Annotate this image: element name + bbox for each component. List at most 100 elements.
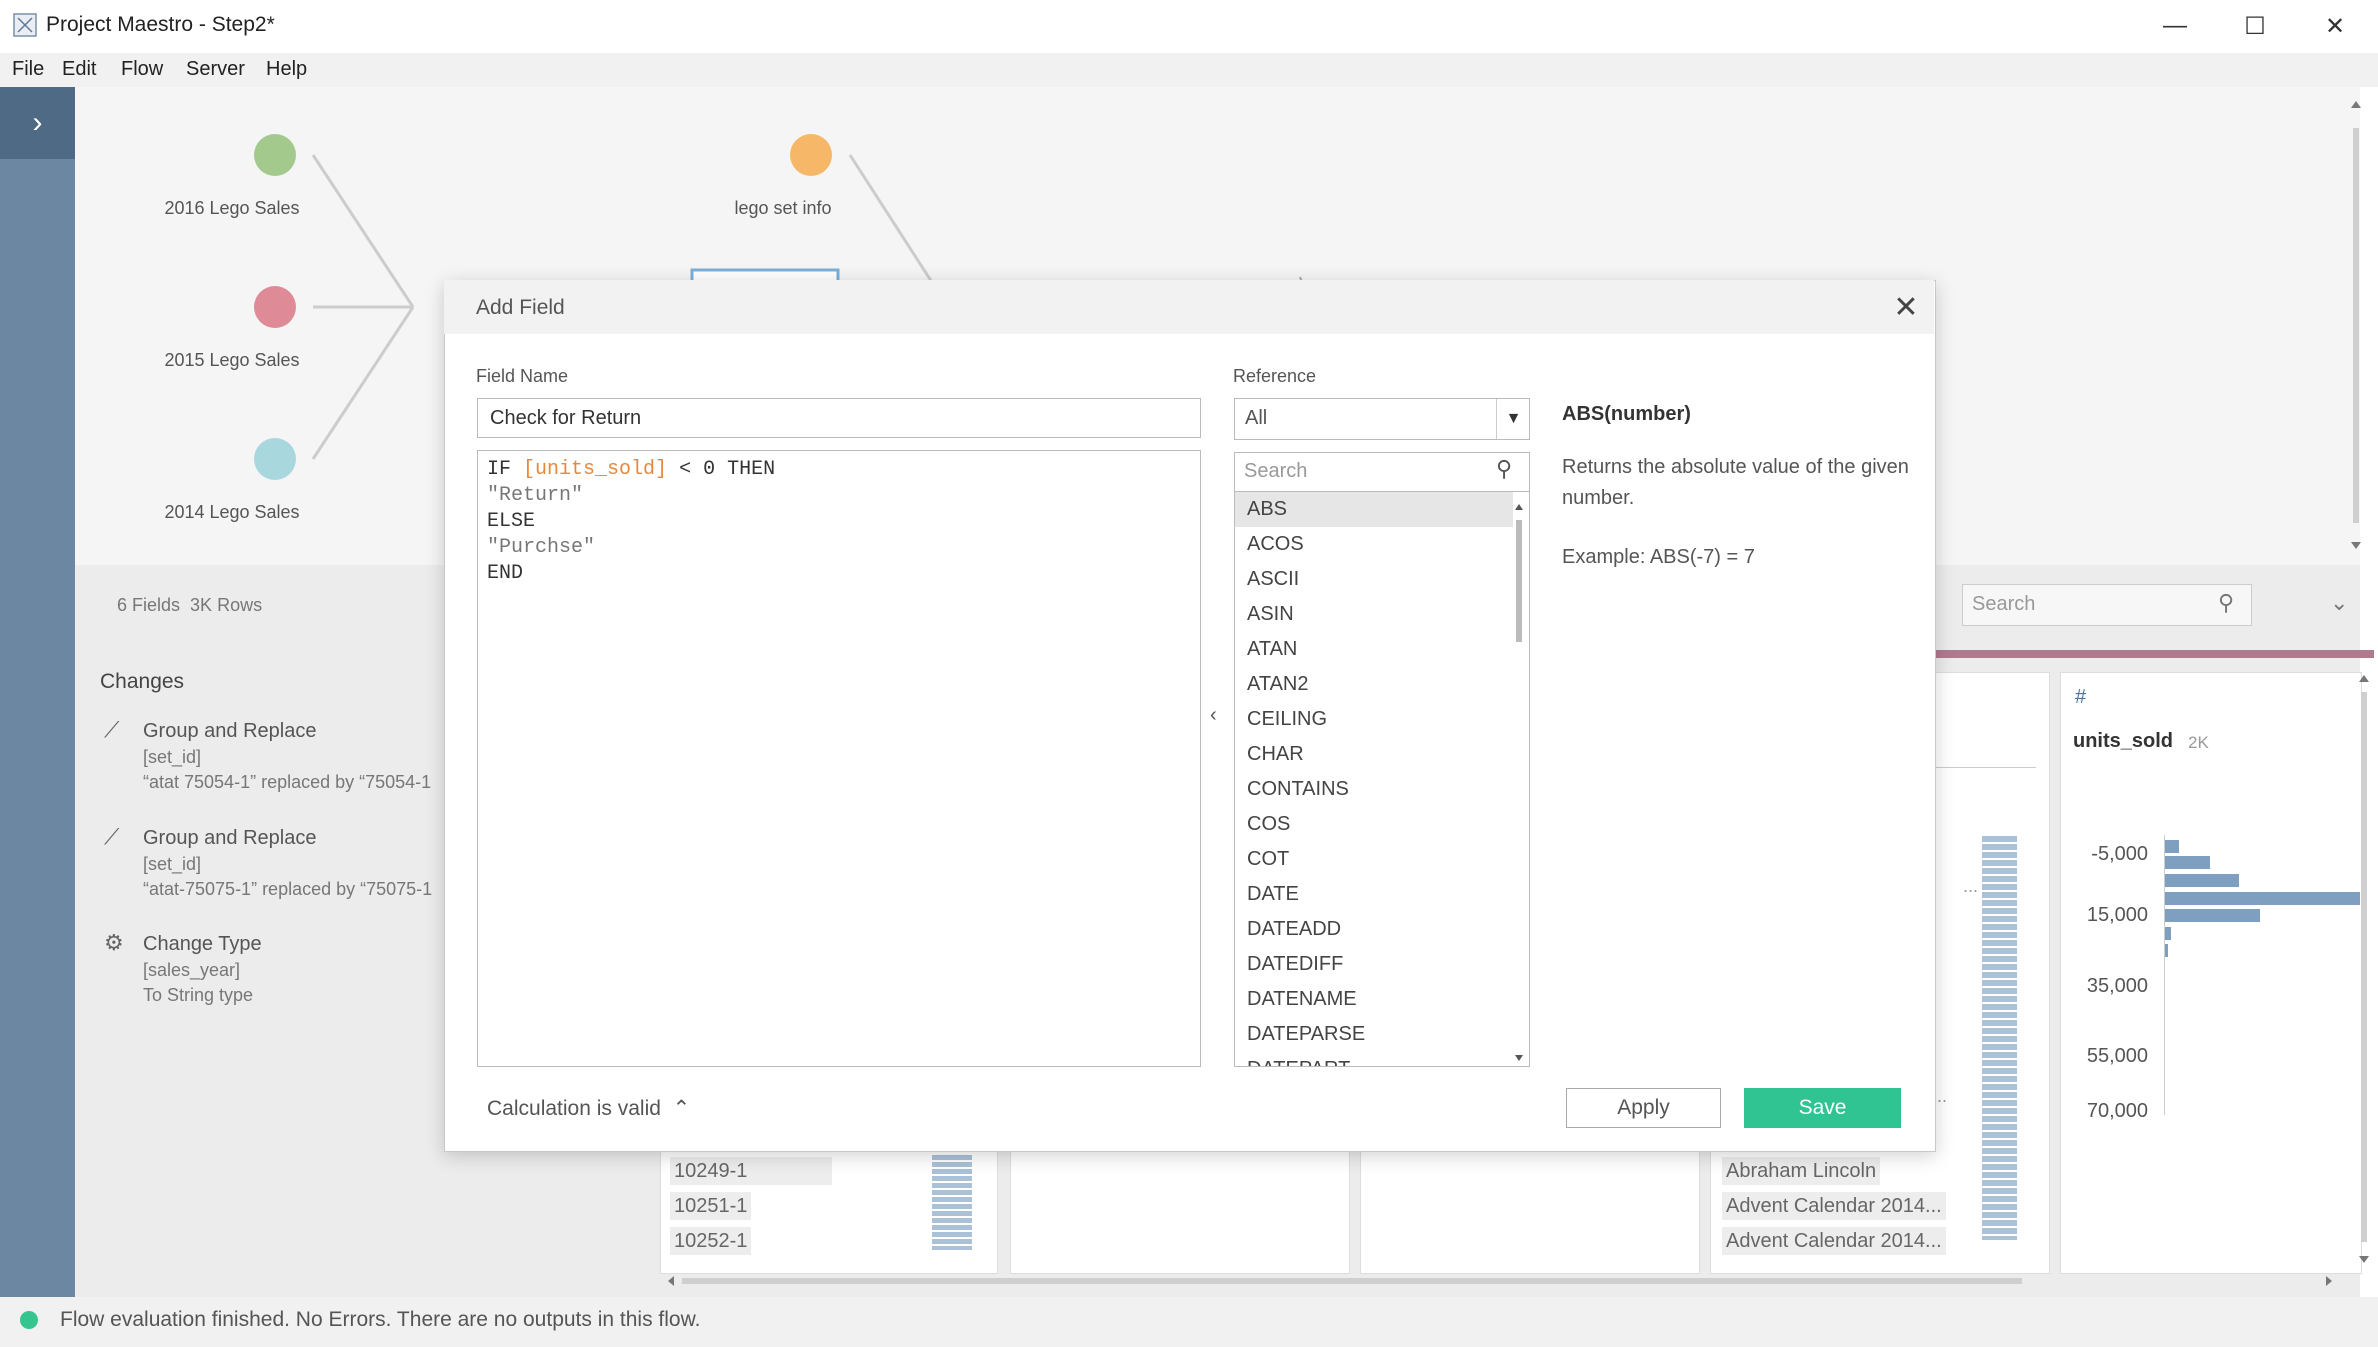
y-tick-label: 55,000 [2086, 1045, 2148, 1067]
change-type-icon: ⚙ [104, 930, 124, 955]
change-field: [set_id] [143, 854, 202, 874]
field-name-label: Field Name [476, 366, 569, 386]
number-type-icon[interactable]: # [2075, 686, 2086, 709]
maximize-button[interactable]: ☐ [2220, 6, 2290, 46]
truncation-ellipsis: ... [1963, 876, 1979, 896]
function-item[interactable]: ASCII [1235, 562, 1513, 597]
input-label-2015: 2015 Lego Sales [164, 350, 300, 370]
histogram-bar[interactable] [2165, 892, 2360, 905]
formula-keyword: IF [487, 458, 512, 481]
collapse-reference-button[interactable]: ‹ [1210, 704, 1217, 727]
change-title[interactable]: Group and Replace [143, 827, 316, 850]
changes-title: Changes [100, 670, 185, 693]
field-name-input[interactable] [477, 398, 1201, 438]
function-example: Example: ABS(-7) = 7 [1562, 546, 1755, 568]
change-field: [sales_year] [143, 960, 241, 980]
reference-selected-value: All [1245, 407, 1268, 429]
input-node-2015[interactable] [254, 286, 296, 328]
minimize-button[interactable]: — [2140, 6, 2210, 46]
formula-field-reference: [units_sold] [523, 458, 668, 481]
profile-summary: 6 Fields 3K Rows [117, 595, 262, 616]
histogram-bar[interactable] [2165, 856, 2210, 869]
function-item[interactable]: ACOS [1235, 527, 1513, 562]
function-item[interactable]: DATENAME [1235, 982, 1513, 1017]
chevron-up-icon: ⌃ [672, 1097, 691, 1120]
function-item[interactable]: DATE [1235, 877, 1513, 912]
menu-edit[interactable]: Edit [62, 58, 96, 81]
set-id-value[interactable]: 10251-1 [670, 1192, 752, 1220]
menu-server[interactable]: Server [186, 58, 245, 81]
set-name-value[interactable]: Advent Calendar 2014... [1722, 1227, 1946, 1255]
change-detail: “atat-75075-1” replaced by “75075-1 [143, 879, 433, 899]
function-item[interactable]: CHAR [1235, 737, 1513, 772]
function-item[interactable]: ATAN [1235, 632, 1513, 667]
input-node-2014[interactable] [254, 438, 296, 480]
save-button[interactable]: Save [1744, 1088, 1901, 1128]
apply-button[interactable]: Apply [1566, 1088, 1721, 1128]
formula-text: < 0 THEN [679, 458, 776, 481]
function-item[interactable]: COT [1235, 842, 1513, 877]
window-title: Project Maestro - Step2* [46, 13, 275, 36]
field-name-units-sold[interactable]: units_sold [2073, 730, 2173, 753]
function-list-scrollbar[interactable] [1512, 500, 1526, 1065]
profile-search-placeholder: Search [1972, 593, 2036, 615]
close-window-button[interactable]: ✕ [2300, 6, 2370, 46]
menu-flow[interactable]: Flow [121, 58, 163, 81]
chevron-right-icon: › [32, 106, 43, 139]
reference-select[interactable] [1234, 398, 1530, 440]
expand-panel-button[interactable]: › [0, 87, 75, 159]
formula-keyword: ELSE [487, 510, 536, 533]
histogram-bar[interactable] [2165, 927, 2171, 940]
change-title[interactable]: Change Type [143, 933, 262, 956]
y-tick-label: 35,000 [2086, 975, 2148, 997]
profile-card-units-sold[interactable] [2060, 672, 2362, 1274]
reference-label: Reference [1233, 366, 1317, 386]
profile-vertical-scrollbar[interactable] [2356, 670, 2372, 1270]
function-item[interactable]: DATEADD [1235, 912, 1513, 947]
function-item[interactable]: DATEPARSE [1235, 1017, 1513, 1052]
chevron-down-icon[interactable]: ⌄ [2330, 590, 2348, 616]
calculation-status-text: Calculation is valid [487, 1097, 661, 1120]
menu-file[interactable]: File [12, 58, 44, 81]
histogram-bar[interactable] [2165, 944, 2168, 957]
close-icon[interactable]: ✕ [1886, 290, 1926, 325]
rows-count: 3K Rows [190, 595, 263, 615]
chevron-down-icon[interactable]: ▼ [1496, 399, 1530, 439]
canvas-scrollbar[interactable] [2346, 98, 2366, 553]
function-item[interactable]: ABS [1235, 492, 1513, 527]
input-node-2016[interactable] [254, 134, 296, 176]
formula-keyword: END [487, 562, 524, 585]
input-label-2016: 2016 Lego Sales [164, 198, 300, 218]
divider [1936, 767, 2036, 768]
set-id-value[interactable]: 10249-1 [670, 1157, 832, 1185]
status-ok-icon [20, 1311, 38, 1329]
function-item[interactable]: DATEDIFF [1235, 947, 1513, 982]
group-replace-icon: ⟋ [104, 717, 120, 742]
function-item[interactable]: CEILING [1235, 702, 1513, 737]
function-description: Returns the absolute value of the given … [1562, 456, 1909, 509]
menu-bar [0, 53, 2378, 87]
menu-help[interactable]: Help [266, 58, 307, 81]
set-name-value[interactable]: Abraham Lincoln [1722, 1157, 1881, 1185]
function-item[interactable]: ASIN [1235, 597, 1513, 632]
function-item[interactable]: DATEPART [1235, 1052, 1513, 1066]
function-item[interactable]: ATAN2 [1235, 667, 1513, 702]
set-name-value[interactable]: Advent Calendar 2014... [1722, 1192, 1946, 1220]
histogram-bar[interactable] [2165, 840, 2179, 853]
profile-horizontal-scrollbar[interactable] [660, 1273, 2340, 1289]
function-item[interactable]: CONTAINS [1235, 772, 1513, 807]
step-color-bar [1936, 650, 2374, 658]
set-id-value[interactable]: 10252-1 [670, 1227, 752, 1255]
search-icon: ⚲ [1496, 456, 1513, 481]
histogram-bar[interactable] [2165, 909, 2260, 922]
y-tick-label: 15,000 [2086, 904, 2148, 926]
input-label-2014: 2014 Lego Sales [164, 502, 300, 522]
histogram-bar[interactable] [2165, 874, 2239, 887]
function-item[interactable]: COS [1235, 807, 1513, 842]
change-title[interactable]: Group and Replace [143, 720, 316, 743]
function-search-placeholder: Search [1244, 460, 1308, 482]
fields-count: 6 Fields [117, 595, 181, 615]
left-rail [0, 87, 75, 1297]
input-node-lego-set-info[interactable] [790, 134, 832, 176]
calculation-status[interactable]: Calculation is valid ⌃ [487, 1096, 690, 1121]
